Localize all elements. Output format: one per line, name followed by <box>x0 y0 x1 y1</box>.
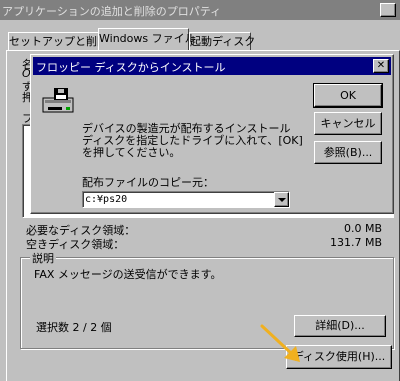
highlight-arrow-icon <box>260 324 300 362</box>
have-disk-button-label: ディスク使用(H)... <box>292 350 386 363</box>
cancel-button-label: キャンセル <box>320 117 376 130</box>
bg-window-titlebar: アプリケーションの追加と削除のプロパティ ? <box>0 0 400 20</box>
help-icon: ? <box>384 3 392 16</box>
ok-button[interactable]: OK <box>313 83 383 108</box>
tab-startup-disk[interactable]: 起動ディスク <box>189 32 255 50</box>
combobox-dropdown-button[interactable] <box>274 192 289 207</box>
cancel-button[interactable]: キャンセル <box>314 112 382 135</box>
close-icon: ✕ <box>376 60 386 71</box>
free-space-value: 131.7 MB <box>330 236 383 249</box>
tab-setup-remove[interactable]: セットアップと削除 <box>8 32 108 50</box>
browse-button-label: 参照(B)... <box>323 146 373 159</box>
floppy-drive-icon <box>42 88 74 113</box>
description-text: FAX メッセージの送受信ができます。 <box>34 268 222 281</box>
tab-label: 起動ディスク <box>190 35 256 48</box>
description-group-label: 説明 <box>30 250 56 266</box>
browse-button[interactable]: 参照(B)... <box>314 141 382 164</box>
dialog-message: デバイスの製造元が配布するインストール ディスクを指定したドライブに入れて、[O… <box>82 122 303 159</box>
tab-label: セットアップと削除 <box>9 35 108 48</box>
copy-from-label: 配布ファイルのコピー元： <box>82 176 214 189</box>
bg-window-title: アプリケーションの追加と削除のプロパティ <box>2 5 222 18</box>
tab-windows-files[interactable]: Windows ファイル <box>98 28 196 50</box>
dialog-close-button[interactable]: ✕ <box>373 59 389 73</box>
required-space-value: 0.0 MB <box>344 222 383 235</box>
dialog-titlebar: フロッピー ディスクからインストール ✕ <box>33 57 391 75</box>
dialog-title: フロッピー ディスクからインストール <box>36 61 226 74</box>
ok-button-label: OK <box>340 89 356 102</box>
chevron-down-icon <box>277 197 286 202</box>
selection-count: 選択数 2 / 2 個 <box>36 321 112 334</box>
tab-label: Windows ファイル <box>99 32 196 45</box>
details-button[interactable]: 詳細(D)... <box>294 315 386 337</box>
help-button[interactable]: ? <box>380 3 396 17</box>
details-button-label: 詳細(D)... <box>315 319 365 332</box>
copy-from-combobox[interactable]: c:¥ps20 <box>82 191 290 208</box>
copy-from-input[interactable]: c:¥ps20 <box>85 194 127 205</box>
